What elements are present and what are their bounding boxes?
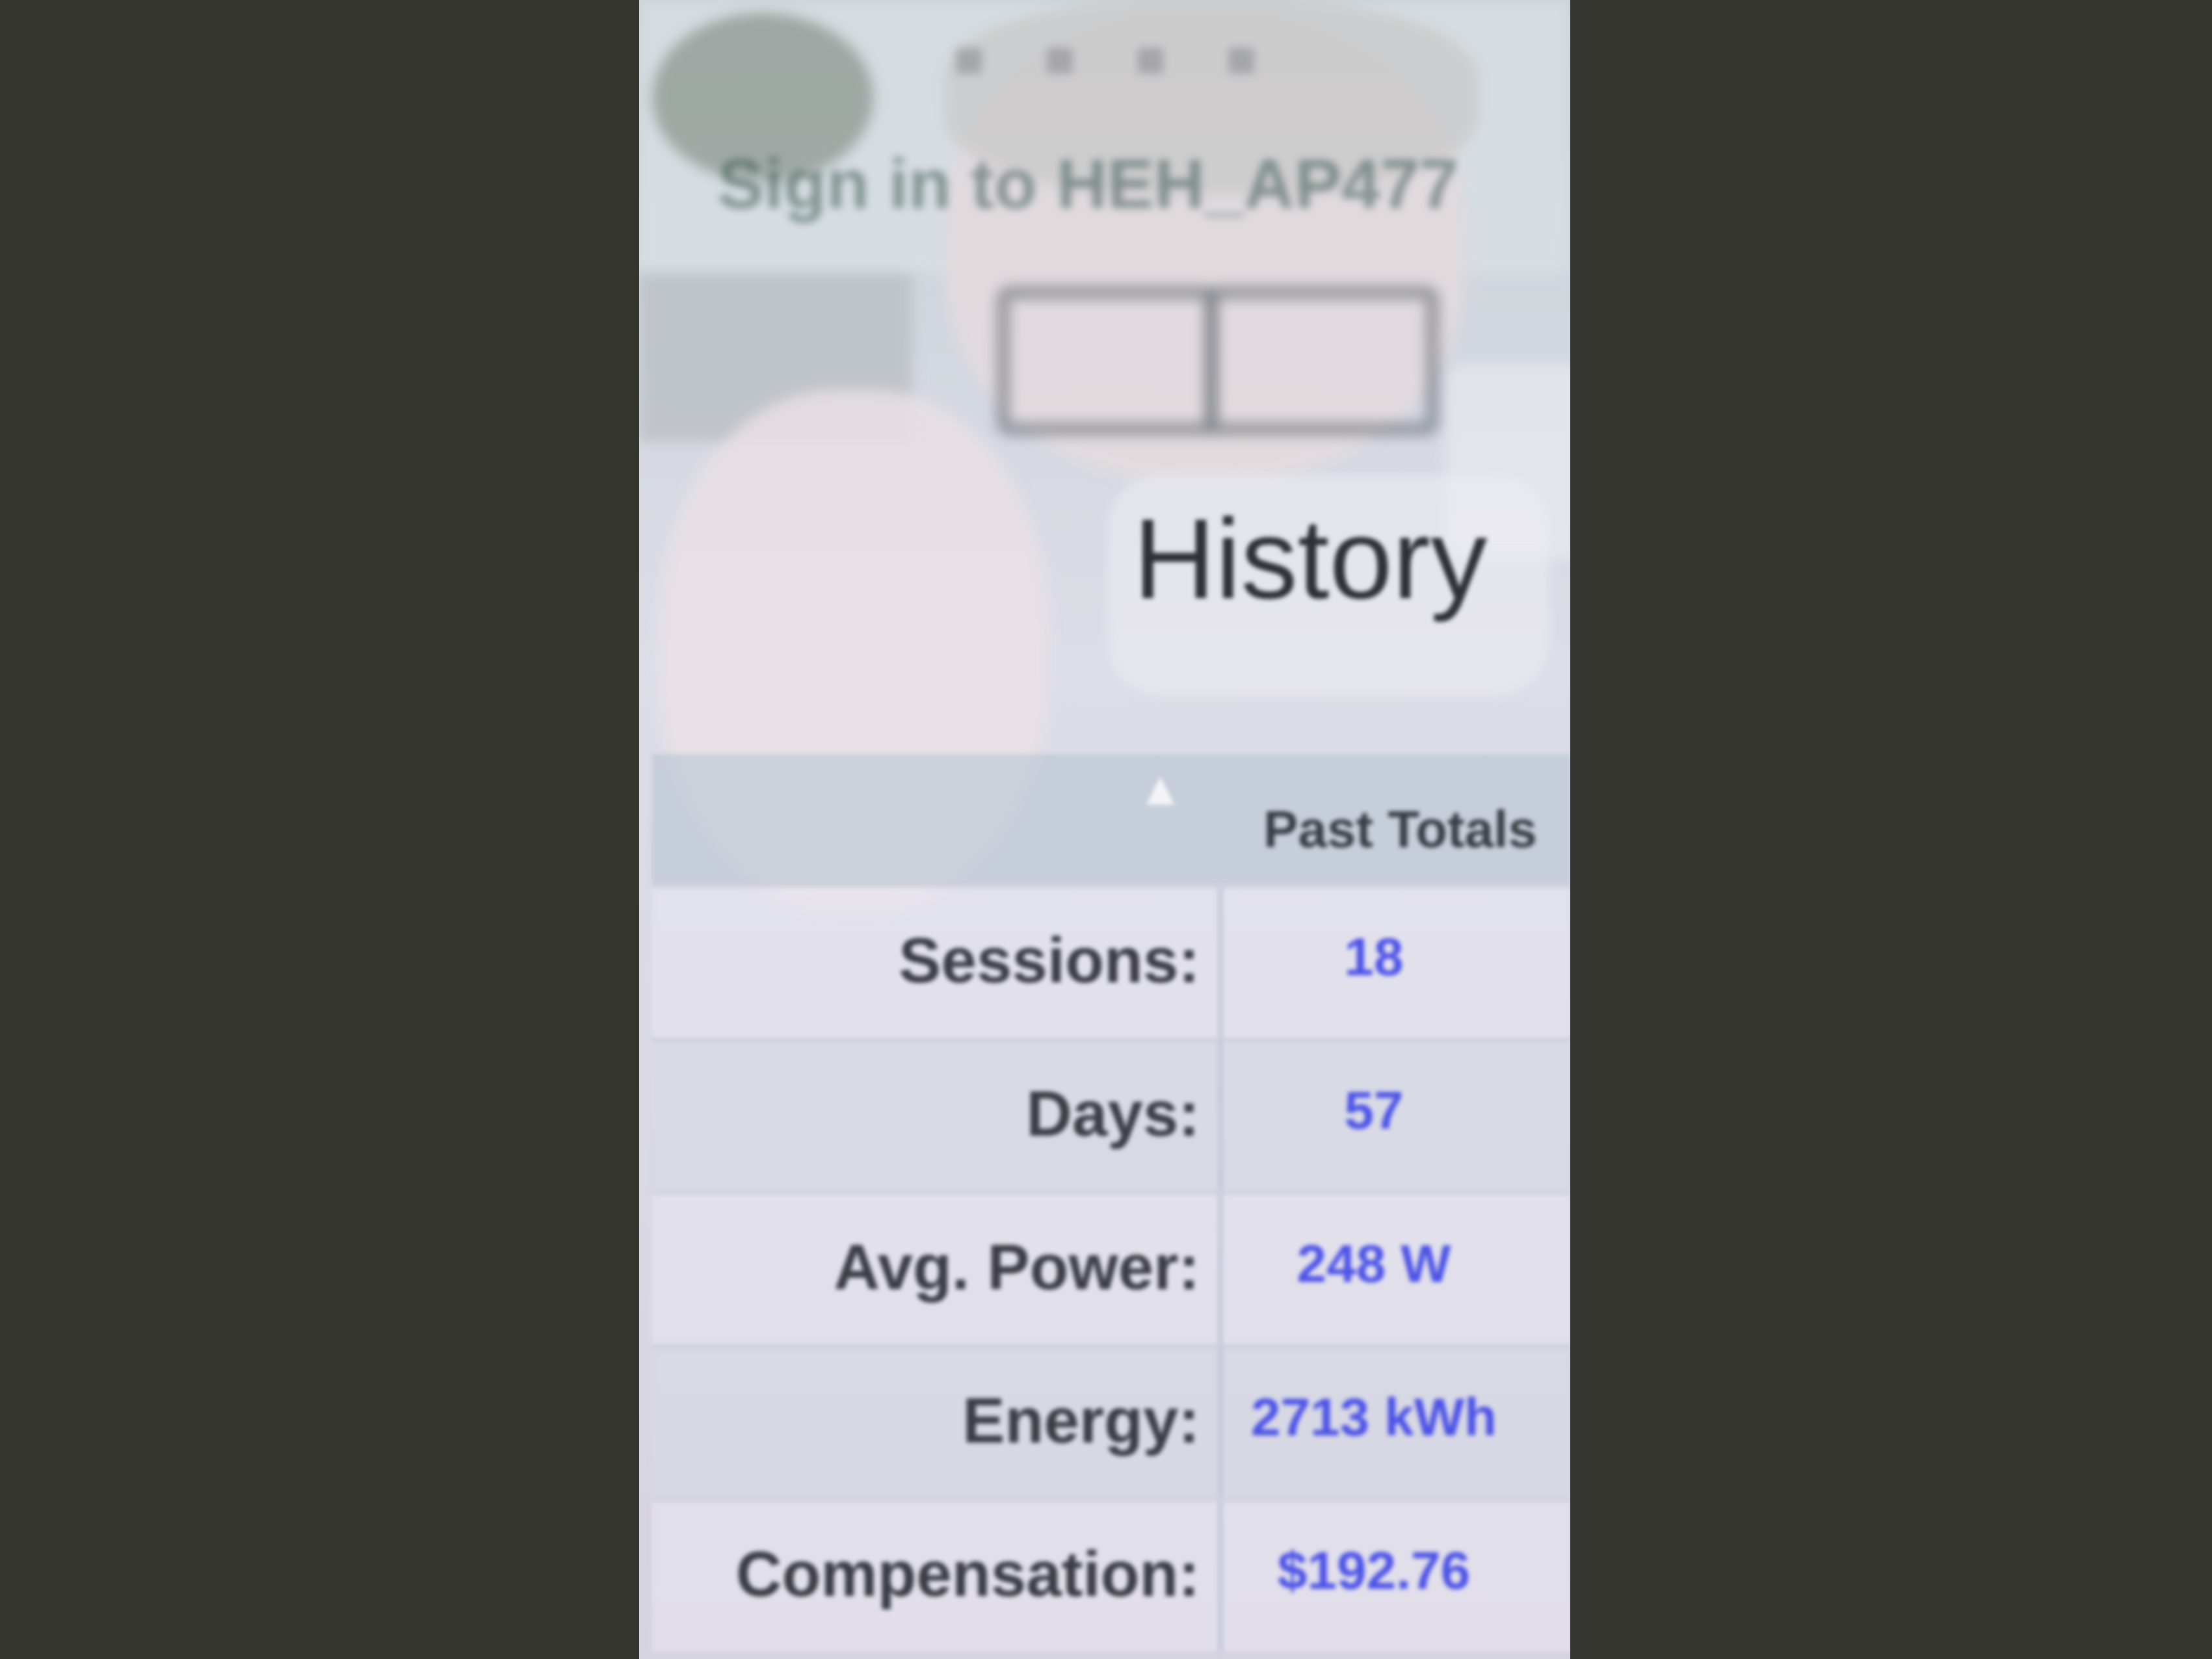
table-row-sessions: Sessions: 18: [652, 884, 1570, 1038]
sort-up-icon[interactable]: ▲: [1146, 767, 1174, 809]
column-divider: [1218, 1502, 1223, 1651]
status-bar-icons: ▪ ▪ ▪ ▪: [951, 26, 1279, 86]
row-value: $192.76: [1277, 1541, 1471, 1600]
page-title: History: [1133, 496, 1488, 623]
row-label: Energy:: [962, 1385, 1200, 1456]
phone-screen: ▪ ▪ ▪ ▪ Sign in to HEH_AP477 History ▲ P…: [639, 0, 1570, 1659]
table-row-energy: Energy: 2713 kWh: [652, 1344, 1570, 1498]
row-label: Sessions:: [899, 924, 1200, 996]
row-label: Days:: [1026, 1078, 1200, 1149]
column-divider: [1218, 1041, 1223, 1191]
table-row-compensation: Compensation: $192.76: [652, 1498, 1570, 1651]
row-label: Compensation:: [735, 1538, 1200, 1610]
photo-frame: ▪ ▪ ▪ ▪ Sign in to HEH_AP477 History ▲ P…: [0, 0, 2212, 1659]
row-label: Avg. Power:: [834, 1231, 1200, 1303]
table-row-avg-power: Avg. Power: 248 W: [652, 1191, 1570, 1344]
column-divider: [1218, 888, 1223, 1038]
row-value: 18: [1344, 928, 1404, 987]
row-value: 2713 kWh: [1250, 1388, 1497, 1447]
column-divider: [1218, 1195, 1223, 1344]
column-divider: [1218, 1348, 1223, 1498]
row-value: 57: [1344, 1081, 1404, 1140]
row-value: 248 W: [1297, 1234, 1451, 1294]
column-header-past-totals: Past Totals: [1263, 800, 1537, 858]
wifi-signin-notification[interactable]: Sign in to HEH_AP477: [717, 143, 1458, 224]
history-table: ▲ Past Totals Sessions: 18 Days: 57 Avg.…: [652, 754, 1570, 1651]
table-header[interactable]: ▲ Past Totals: [652, 754, 1570, 884]
table-row-days: Days: 57: [652, 1038, 1570, 1191]
